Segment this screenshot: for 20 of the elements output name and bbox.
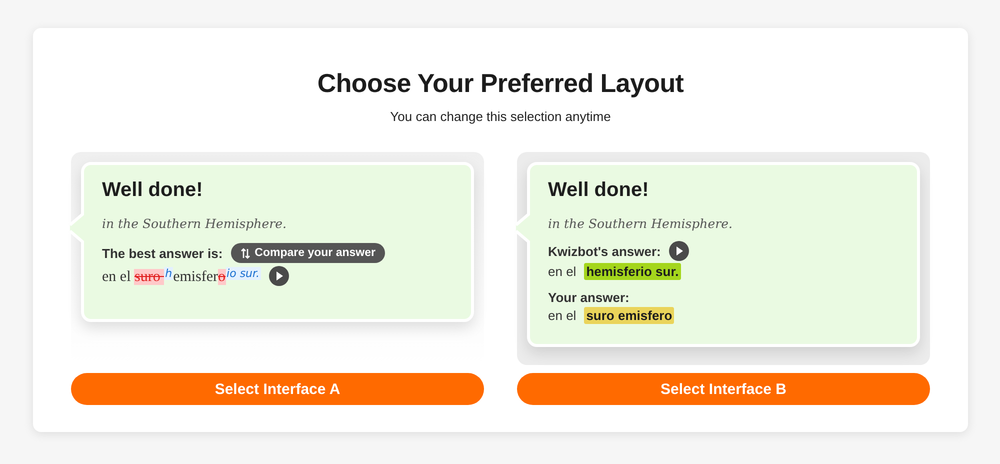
compare-button[interactable]: Compare your answer bbox=[230, 243, 386, 263]
prompt-text: in the Southern Hemisphere. bbox=[102, 216, 288, 231]
highlighted-answer: suro emisfero bbox=[584, 307, 674, 324]
page-title: Choose Your Preferred Layout bbox=[317, 68, 684, 99]
play-icon[interactable] bbox=[668, 241, 689, 261]
card-heading: Well done! bbox=[548, 179, 650, 202]
corrected-answer: en el suro $^{h}$emisfero$^{io sur.}$ bbox=[102, 266, 261, 286]
select-button[interactable]: Select Interface A bbox=[71, 373, 484, 405]
prompt-text: in the Southern Hemisphere. bbox=[548, 216, 734, 231]
answer-label: Your answer: bbox=[548, 290, 630, 305]
play-icon[interactable] bbox=[268, 266, 289, 286]
page-subtitle: You can change this selection anytime bbox=[390, 109, 611, 124]
answer-label: Kwizbot's answer: bbox=[548, 244, 661, 258]
answer-prefix: en el bbox=[548, 308, 576, 323]
select-button[interactable]: Select Interface B bbox=[517, 373, 930, 405]
answer-label: The best answer is: bbox=[102, 246, 223, 260]
highlighted-answer: hemisferio sur. bbox=[584, 263, 681, 280]
answer-prefix: en el bbox=[548, 264, 576, 279]
swap-icon bbox=[240, 248, 250, 258]
card-heading: Well done! bbox=[102, 179, 204, 202]
